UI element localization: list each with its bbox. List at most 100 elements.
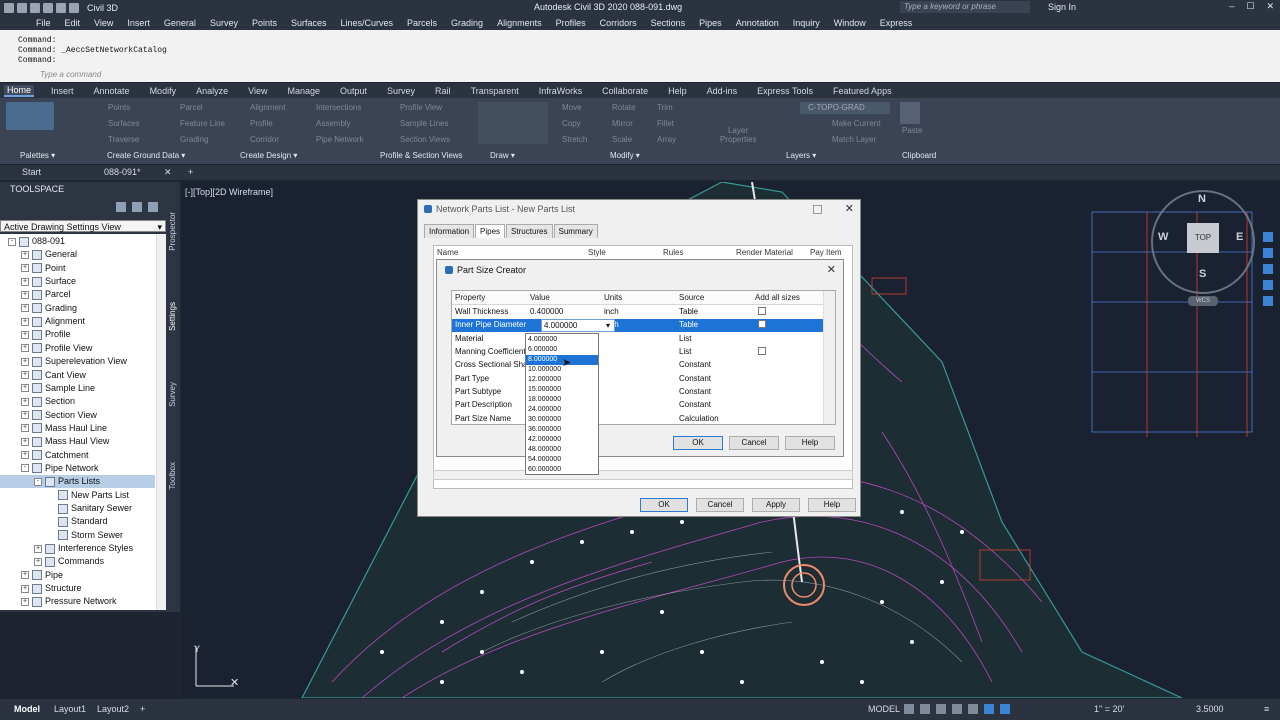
tree-item[interactable]: - 088-091	[8, 235, 65, 248]
expand-icon[interactable]: +	[21, 371, 29, 379]
ribbon-tab-modify[interactable]: Modify	[147, 86, 180, 96]
tree-item[interactable]: + Surface	[21, 275, 76, 288]
vertical-scrollbar[interactable]	[823, 291, 835, 424]
column-name[interactable]: Name	[437, 248, 458, 257]
ribbon-tab-transparent[interactable]: Transparent	[468, 86, 522, 96]
column-add-all-sizes[interactable]: Add all sizes	[755, 293, 800, 302]
column-value[interactable]: Value	[530, 293, 550, 302]
ribbon-tab-insert[interactable]: Insert	[48, 86, 77, 96]
expand-icon[interactable]: +	[21, 597, 29, 606]
menu-window[interactable]: Window	[834, 18, 866, 28]
ribbon-sample-lines[interactable]: Sample Lines	[400, 119, 448, 128]
expand-icon[interactable]: +	[34, 544, 42, 553]
draw-tools-icon[interactable]	[478, 102, 548, 144]
expand-icon[interactable]: +	[21, 411, 29, 420]
ribbon-tab-view[interactable]: View	[245, 86, 270, 96]
cancel-button[interactable]: Cancel	[729, 436, 779, 450]
toolspace-panel-icon[interactable]	[132, 202, 142, 212]
ribbon-tab-output[interactable]: Output	[337, 86, 370, 96]
ribbon-tab-infraworks[interactable]: InfraWorks	[536, 86, 585, 96]
ribbon-fillet[interactable]: Fillet	[657, 119, 674, 128]
ribbon-tab-survey[interactable]: Survey	[384, 86, 418, 96]
add-layout-icon[interactable]: +	[140, 704, 145, 714]
ribbon-rotate[interactable]: Rotate	[612, 103, 636, 112]
grid-row[interactable]: Cross Sectional Shape Constant	[452, 359, 824, 372]
tree-item[interactable]: + Mass Haul View	[21, 435, 109, 448]
ribbon-tab-rail[interactable]: Rail	[432, 86, 454, 96]
tab-pipes[interactable]: Pipes	[475, 224, 506, 238]
tree-item[interactable]: Storm Sewer	[47, 529, 123, 542]
paste-icon[interactable]	[900, 102, 920, 124]
menu-lines-curves[interactable]: Lines/Curves	[341, 18, 394, 28]
model-space-toggle[interactable]: MODEL	[868, 704, 900, 714]
menu-survey[interactable]: Survey	[210, 18, 238, 28]
dropdown-option[interactable]: 30.000000	[526, 415, 598, 425]
grid-row[interactable]: Material List	[452, 333, 824, 346]
tab-start[interactable]: Start	[22, 167, 41, 177]
command-input[interactable]: Type a command	[40, 70, 101, 79]
add-all-sizes-checkbox[interactable]	[758, 347, 766, 356]
lineweight-icon[interactable]	[984, 704, 994, 714]
ribbon-points[interactable]: Points	[108, 103, 130, 112]
ribbon-traverse[interactable]: Traverse	[108, 135, 139, 144]
tab-model[interactable]: Model	[14, 704, 40, 714]
tree-item[interactable]: + Pipe	[21, 569, 63, 582]
dropdown-option[interactable]: 15.000000	[526, 385, 598, 395]
help-button[interactable]: Help	[785, 436, 835, 450]
ribbon-tab-add-ins[interactable]: Add-ins	[704, 86, 741, 96]
menu-insert[interactable]: Insert	[127, 18, 150, 28]
ribbon-assembly[interactable]: Assembly	[316, 119, 351, 128]
collapse-icon[interactable]: -	[21, 464, 29, 473]
tree-item[interactable]: + General	[21, 248, 77, 261]
expand-icon[interactable]: +	[21, 437, 29, 446]
column-rules[interactable]: Rules	[663, 248, 683, 257]
menu-sections[interactable]: Sections	[651, 18, 686, 28]
column-source[interactable]: Source	[679, 293, 704, 302]
expand-icon[interactable]: +	[21, 317, 29, 326]
panel-palettes[interactable]: Palettes ▾	[20, 151, 55, 160]
add-all-sizes-checkbox[interactable]	[758, 320, 766, 329]
chevron-down-icon[interactable]: ▾	[606, 321, 610, 330]
ribbon-stretch[interactable]: Stretch	[562, 135, 587, 144]
customize-icon[interactable]: ≡	[1264, 704, 1269, 714]
expand-icon[interactable]: +	[21, 344, 29, 353]
wcs-menu[interactable]: WCS	[1188, 296, 1218, 306]
panel-modify[interactable]: Modify ▾	[610, 151, 640, 160]
dropdown-option[interactable]: 48.000000	[526, 445, 598, 455]
menu-alignments[interactable]: Alignments	[497, 18, 542, 28]
ribbon-tab-annotate[interactable]: Annotate	[91, 86, 133, 96]
compass-west[interactable]: W	[1158, 231, 1168, 243]
menu-parcels[interactable]: Parcels	[407, 18, 437, 28]
expand-icon[interactable]: +	[21, 584, 29, 593]
tab-summary[interactable]: Summary	[553, 224, 598, 238]
redo-icon[interactable]	[69, 2, 79, 13]
grid-row[interactable]: Part Description Constant	[452, 399, 824, 412]
ribbon-layer-properties[interactable]: Layer Properties	[720, 126, 756, 144]
dropdown-option[interactable]: 4.000000	[526, 335, 598, 345]
ortho-icon[interactable]	[936, 704, 946, 714]
layer-dropdown[interactable]: C-TOPO-GRAD	[800, 102, 890, 114]
menu-pipes[interactable]: Pipes	[699, 18, 722, 28]
ribbon-array[interactable]: Array	[657, 135, 676, 144]
tab-information[interactable]: Information	[424, 224, 475, 238]
menu-file[interactable]: File	[36, 18, 51, 28]
expand-icon[interactable]: +	[21, 304, 29, 313]
tree-item[interactable]: + Pressure Network	[21, 595, 117, 608]
expand-icon[interactable]: +	[21, 290, 29, 299]
menu-inquiry[interactable]: Inquiry	[793, 18, 820, 28]
expand-icon[interactable]: +	[34, 557, 42, 566]
expand-icon[interactable]: +	[21, 571, 29, 580]
panel-create-design[interactable]: Create Design ▾	[240, 151, 297, 160]
panel-profile-section-views[interactable]: Profile & Section Views	[380, 151, 463, 160]
minimize-icon[interactable]: –	[1229, 1, 1234, 12]
tree-item[interactable]: + Profile	[21, 328, 71, 341]
ribbon-corridor[interactable]: Corridor	[250, 135, 279, 144]
tree-item[interactable]: + Section View	[21, 409, 97, 422]
new-tab-icon[interactable]: +	[188, 167, 193, 177]
toolspace-icon[interactable]	[6, 102, 54, 130]
open-icon[interactable]	[17, 2, 27, 13]
toolspace-view-select[interactable]: Active Drawing Settings View ▾	[0, 220, 166, 232]
column-render-material[interactable]: Render Material	[736, 248, 793, 257]
tab-088-091[interactable]: 088-091*	[104, 167, 141, 177]
ribbon-tab-manage[interactable]: Manage	[284, 86, 323, 96]
